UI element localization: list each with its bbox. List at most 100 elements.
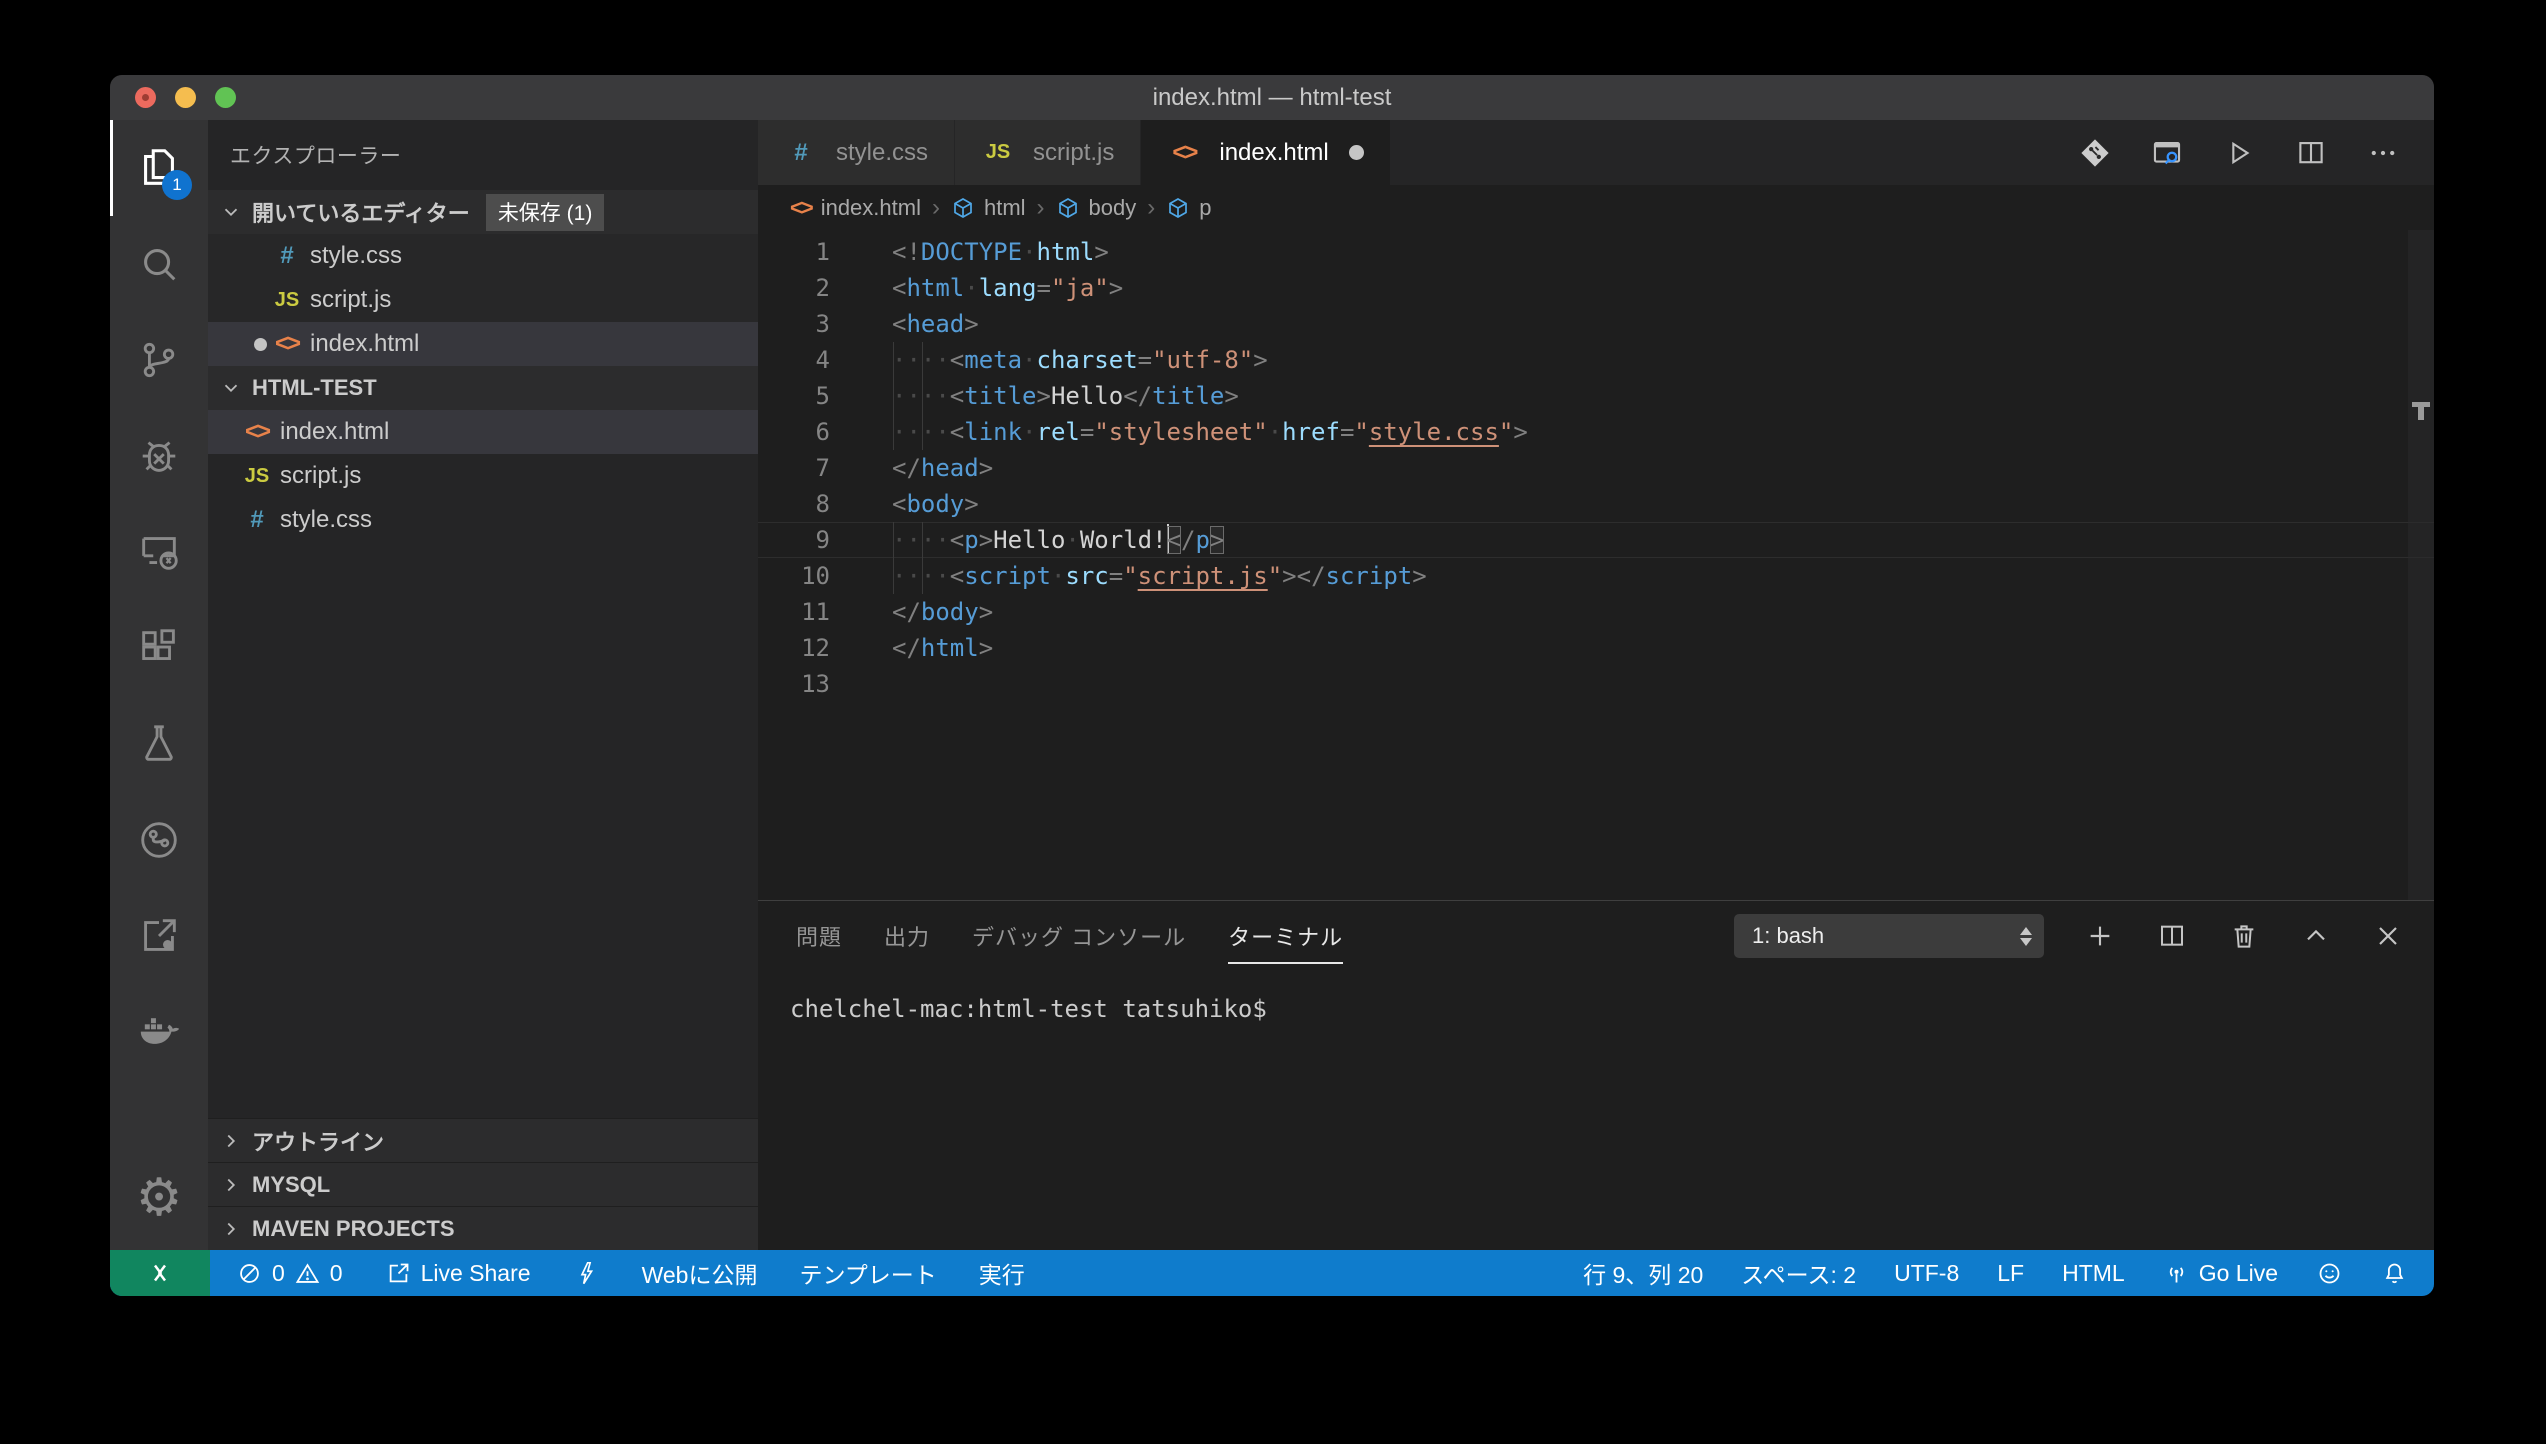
remote-indicator[interactable]: [110, 1250, 210, 1296]
panel-tab-problems[interactable]: 問題: [796, 920, 842, 952]
activity-settings[interactable]: ⚙: [110, 1146, 208, 1250]
terminal-output[interactable]: chelchel-mac:html-test tatsuhiko$: [758, 971, 2434, 1250]
code-line[interactable]: 4····<meta·charset="utf-8">: [758, 342, 2434, 378]
activity-extensions[interactable]: [110, 600, 208, 696]
tree-item-style-css[interactable]: # style.css: [208, 498, 758, 542]
breadcrumb-file[interactable]: index.html: [821, 195, 921, 221]
status-left: 0 0 Live Share Webに公開 テンプレート 実行: [210, 1256, 1025, 1290]
eol-status[interactable]: LF: [1997, 1260, 2024, 1287]
tab-script-js[interactable]: JS script.js: [955, 120, 1141, 185]
run-button[interactable]: 実行: [979, 1256, 1025, 1290]
maximize-panel-icon[interactable]: [2300, 920, 2332, 952]
tab-index-html[interactable]: <> index.html: [1141, 120, 1390, 185]
close-window-button[interactable]: [135, 87, 156, 108]
activity-remote-explorer[interactable]: [110, 504, 208, 600]
code-line[interactable]: 9····<p>Hello·World!</p>: [758, 522, 2434, 558]
error-count: 0: [272, 1260, 285, 1287]
chevron-separator: ›: [930, 194, 942, 222]
tab-label: style.css: [836, 139, 928, 167]
code-line[interactable]: 6····<link·rel="stylesheet"·href="style.…: [758, 414, 2434, 450]
open-editor-style-css[interactable]: # style.css: [208, 234, 758, 278]
terminal-shell-select[interactable]: 1: bash: [1734, 914, 2044, 958]
tab-label: script.js: [1033, 139, 1114, 167]
activity-source-control[interactable]: [110, 312, 208, 408]
cursor-position-status[interactable]: 行 9、列 20: [1583, 1256, 1703, 1290]
code-editor[interactable]: 1<!DOCTYPE·html>2<html·lang="ja">3<head>…: [758, 230, 2434, 900]
sidebar-bottom-sections: アウトライン MYSQL MAVEN PROJECTS: [208, 1118, 758, 1250]
tree-item-script-js[interactable]: JS script.js: [208, 454, 758, 498]
explorer-badge: 1: [162, 170, 192, 200]
activity-debug[interactable]: [110, 408, 208, 504]
template-button[interactable]: テンプレート: [799, 1256, 936, 1290]
maven-section-header[interactable]: MAVEN PROJECTS: [208, 1206, 758, 1250]
panel-tab-debug-console[interactable]: デバッグ コンソール: [972, 920, 1186, 952]
activity-publish[interactable]: [110, 888, 208, 984]
zoom-window-button[interactable]: [215, 87, 236, 108]
js-file-icon: JS: [270, 289, 304, 312]
title-bar: index.html — html-test: [110, 75, 2434, 120]
lightning-status[interactable]: [573, 1260, 600, 1287]
modified-dot-icon: [1349, 145, 1364, 160]
split-editor-icon[interactable]: [2294, 136, 2328, 170]
code-line[interactable]: 3<head>: [758, 306, 2434, 342]
mysql-section-header[interactable]: MYSQL: [208, 1162, 758, 1206]
go-live-label: Go Live: [2199, 1260, 2278, 1287]
code-line[interactable]: 13: [758, 666, 2434, 702]
panel-tab-terminal[interactable]: ターミナル: [1228, 920, 1343, 952]
chevron-right-icon: [220, 1172, 242, 1198]
open-editor-index-html[interactable]: <> index.html: [208, 322, 758, 366]
section-label: MAVEN PROJECTS: [252, 1216, 455, 1242]
code-line[interactable]: 8<body>: [758, 486, 2434, 522]
line-number: 10: [758, 558, 830, 594]
code-line[interactable]: 12</html>: [758, 630, 2434, 666]
problems-status[interactable]: 0 0: [236, 1260, 343, 1287]
activity-docker[interactable]: [110, 984, 208, 1080]
new-terminal-icon[interactable]: [2084, 920, 2116, 952]
code-line[interactable]: 5····<title>Hello</title>: [758, 378, 2434, 414]
editor-scrollbar[interactable]: [2408, 230, 2434, 900]
breadcrumb-body[interactable]: body: [1089, 195, 1137, 221]
activity-live-share[interactable]: [110, 792, 208, 888]
activity-explorer[interactable]: 1: [110, 120, 208, 216]
live-share-status[interactable]: Live Share: [385, 1260, 531, 1287]
html-file-icon: <>: [240, 418, 274, 446]
publish-web-button[interactable]: Webに公開: [642, 1256, 758, 1290]
breadcrumb-p[interactable]: p: [1199, 195, 1211, 221]
minimize-window-button[interactable]: [175, 87, 196, 108]
open-editors-header[interactable]: 開いているエディター 未保存 (1): [208, 190, 758, 234]
open-preview-icon[interactable]: [2150, 136, 2184, 170]
remote-monitor-icon: [136, 529, 182, 575]
outline-section-header[interactable]: アウトライン: [208, 1118, 758, 1162]
code-line[interactable]: 1<!DOCTYPE·html>: [758, 234, 2434, 270]
lightning-icon: [573, 1260, 600, 1287]
close-panel-icon[interactable]: [2372, 920, 2404, 952]
tree-item-index-html[interactable]: <> index.html: [208, 410, 758, 454]
feedback-smiley-button[interactable]: [2316, 1260, 2343, 1287]
activity-search[interactable]: [110, 216, 208, 312]
code-line[interactable]: 10····<script·src="script.js"></script>: [758, 558, 2434, 594]
code-line[interactable]: 11</body>: [758, 594, 2434, 630]
code-line[interactable]: 7</head>: [758, 450, 2434, 486]
split-terminal-icon[interactable]: [2156, 920, 2188, 952]
language-mode-status[interactable]: HTML: [2062, 1260, 2125, 1287]
notifications-bell-button[interactable]: [2381, 1260, 2408, 1287]
encoding-status[interactable]: UTF-8: [1894, 1260, 1959, 1287]
run-icon[interactable]: [2222, 136, 2256, 170]
tab-style-css[interactable]: # style.css: [758, 120, 955, 185]
activity-test[interactable]: [110, 696, 208, 792]
panel-tab-output[interactable]: 出力: [884, 920, 930, 952]
editor-actions: [2078, 120, 2434, 185]
code-line[interactable]: 2<html·lang="ja">: [758, 270, 2434, 306]
folder-header[interactable]: HTML-TEST: [208, 366, 758, 410]
panel-actions: 1: bash: [1734, 914, 2404, 958]
line-number: 11: [758, 594, 830, 630]
git-compare-icon[interactable]: [2078, 136, 2112, 170]
kill-terminal-icon[interactable]: [2228, 920, 2260, 952]
more-actions-icon[interactable]: [2366, 136, 2400, 170]
indentation-status[interactable]: スペース: 2: [1741, 1256, 1856, 1290]
terminal-prompt: chelchel-mac:html-test tatsuhiko$: [790, 995, 1267, 1023]
open-editors-label: 開いているエディター: [252, 196, 470, 228]
open-editor-script-js[interactable]: JS script.js: [208, 278, 758, 322]
go-live-button[interactable]: Go Live: [2163, 1260, 2278, 1287]
breadcrumb-html[interactable]: html: [984, 195, 1026, 221]
